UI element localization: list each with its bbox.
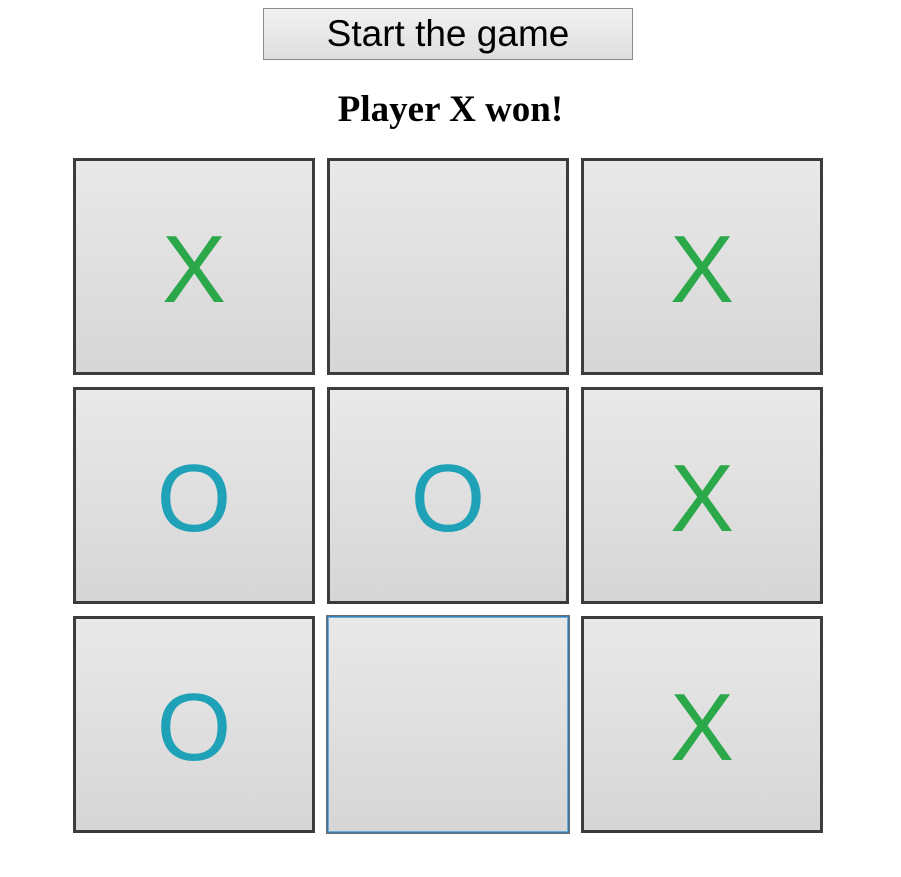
- cell-mark: O: [156, 444, 232, 552]
- cell-mark: X: [161, 215, 227, 323]
- game-board: X X O O X O X: [73, 158, 823, 833]
- board-cell-r3-c2[interactable]: [327, 616, 569, 833]
- board-cell-r1-c3[interactable]: X: [581, 158, 823, 375]
- cell-mark: X: [669, 215, 735, 323]
- board-cell-r2-c1[interactable]: O: [73, 387, 315, 604]
- board-cell-r2-c3[interactable]: X: [581, 387, 823, 604]
- board-cell-r3-c3[interactable]: X: [581, 616, 823, 833]
- board-cell-r2-c2[interactable]: O: [327, 387, 569, 604]
- board-cell-r1-c1[interactable]: X: [73, 158, 315, 375]
- cell-mark: X: [669, 444, 735, 552]
- board-cell-r1-c2[interactable]: [327, 158, 569, 375]
- cell-mark: O: [410, 444, 486, 552]
- board-cell-r3-c1[interactable]: O: [73, 616, 315, 833]
- start-game-button[interactable]: Start the game: [263, 8, 633, 60]
- game-status: Player X won!: [337, 89, 564, 130]
- cell-mark: O: [156, 673, 232, 781]
- cell-mark: X: [669, 673, 735, 781]
